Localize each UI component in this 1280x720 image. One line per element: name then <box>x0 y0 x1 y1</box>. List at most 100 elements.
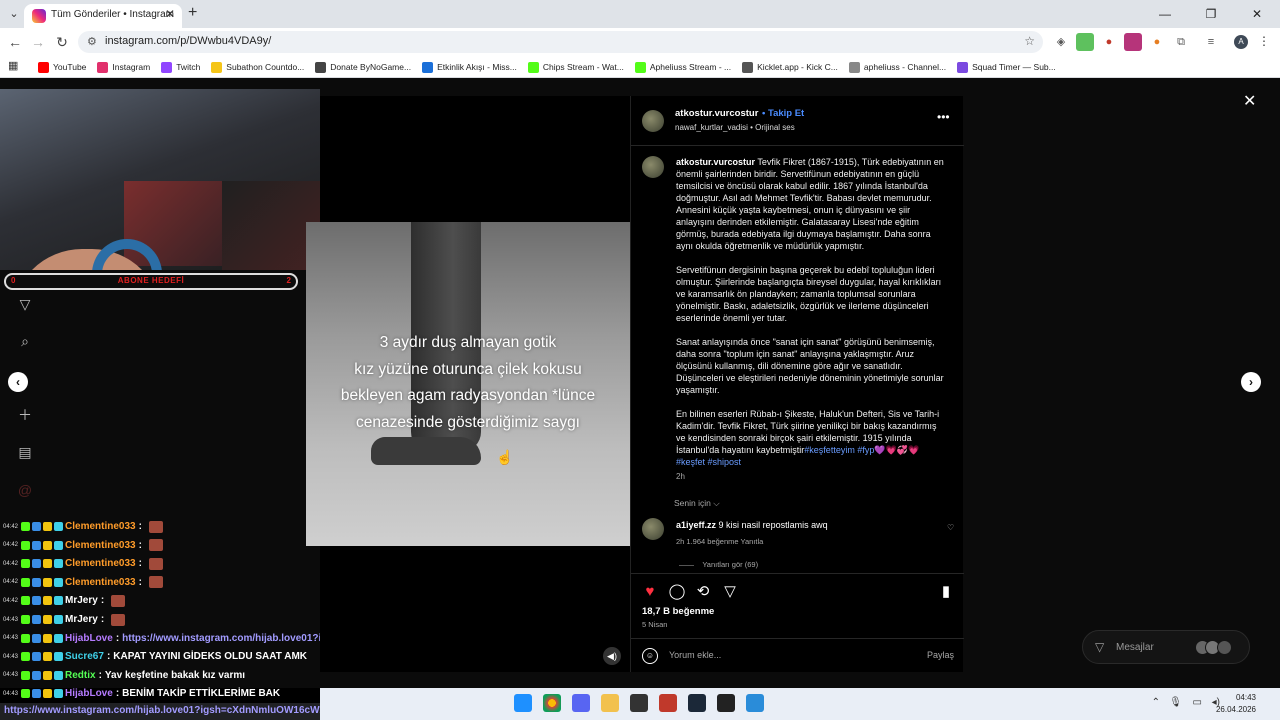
epic-games-icon[interactable] <box>717 694 735 712</box>
comment-input[interactable]: Yorum ekle... <box>669 650 721 660</box>
search-icon[interactable]: ⌕ <box>16 332 34 350</box>
follow-button[interactable]: • Takip Et <box>762 108 804 119</box>
chat-username[interactable]: Clementine033 <box>65 540 136 551</box>
for-you-dropdown[interactable]: Senin için ⌵ <box>674 498 720 509</box>
commenter-avatar[interactable] <box>642 518 664 540</box>
insights-icon[interactable]: ▤ <box>16 443 34 461</box>
close-icon[interactable]: ✕ <box>1243 91 1256 111</box>
bookmark-item[interactable]: Subathon Countdo... <box>211 61 304 73</box>
bookmark-item[interactable]: YouTube <box>38 61 86 73</box>
reel-video[interactable]: 3 aydır duş almayan gotik kız yüzüne otu… <box>306 222 630 546</box>
threads-icon[interactable]: @ <box>16 481 34 499</box>
minimize-button[interactable]: — <box>1142 0 1188 28</box>
restore-button[interactable]: ❐ <box>1188 0 1234 28</box>
explore-icon[interactable]: ▽ <box>16 295 34 313</box>
caption-username[interactable]: atkostur.vurcostur <box>676 157 755 167</box>
tab-search-icon[interactable]: ⌄ <box>4 4 24 24</box>
author-username[interactable]: atkostur.vurcostur <box>675 108 758 119</box>
browser-menu-icon[interactable]: ⋮ <box>1258 34 1270 48</box>
messages-button[interactable]: ▽ Mesajlar <box>1082 630 1250 664</box>
chat-username[interactable]: HijabLove <box>65 688 113 699</box>
chat-username[interactable]: Redtix <box>65 670 96 681</box>
bookmark-item[interactable]: Kicklet.app - Kick C... <box>742 61 838 73</box>
chat-username[interactable]: Clementine033 <box>65 558 136 569</box>
browser-tab[interactable]: Tüm Gönderiler • Instagram ✕ <box>24 4 182 28</box>
mute-icon[interactable]: ◀) <box>603 647 621 665</box>
chat-timestamp: 04:43 <box>3 690 19 697</box>
comment-like-icon[interactable]: ♡ <box>947 523 954 532</box>
clock-date[interactable]: 26.04.2026 <box>1216 705 1256 714</box>
extensions-puzzle-icon[interactable]: ⧉ <box>1172 33 1190 51</box>
caption-hashtags-2[interactable]: #keşfet #shipost <box>676 457 741 467</box>
bookmark-item[interactable]: Chips Stream - Wat... <box>527 61 624 73</box>
microphone-icon[interactable]: 🎙 <box>1169 697 1182 708</box>
discord-icon[interactable] <box>572 694 590 712</box>
profile-avatar[interactable]: A <box>1234 35 1248 49</box>
extension-green-icon[interactable] <box>1076 33 1094 51</box>
follow-label[interactable]: Takip Et <box>768 108 804 119</box>
new-tab-button[interactable]: + <box>188 4 197 22</box>
post-comment-button[interactable]: Paylaş <box>927 650 954 660</box>
author-avatar[interactable] <box>642 110 664 132</box>
bookmark-item[interactable]: Instagram <box>97 61 150 73</box>
previous-post-chevron-icon[interactable]: ‹ <box>8 372 28 392</box>
next-post-chevron-icon[interactable]: › <box>1241 372 1261 392</box>
bookmark-star-icon[interactable]: ☆ <box>1024 34 1035 48</box>
emoji-icon[interactable]: ☺ <box>642 648 658 664</box>
chat-username[interactable]: Clementine033 <box>65 521 136 532</box>
apps-grid-icon[interactable]: ▦ <box>8 59 18 72</box>
site-info-icon[interactable]: ⚙ <box>87 35 97 48</box>
reel-video-panel[interactable]: 3 aydır duş almayan gotik kız yüzüne otu… <box>306 96 630 672</box>
caption-hashtags[interactable]: #keşfetteyim #fyp💜💗💞💗 <box>804 445 919 455</box>
netflix-icon[interactable] <box>659 694 677 712</box>
back-arrow-icon[interactable]: ← <box>6 33 24 51</box>
bookmark-favicon-icon <box>634 61 646 73</box>
repost-icon[interactable]: ⟲ <box>694 583 712 601</box>
create-icon[interactable]: ＋ <box>16 406 34 424</box>
share-icon[interactable]: ▽ <box>721 583 739 601</box>
bookmark-item[interactable]: Donate ByNoGame... <box>315 61 411 73</box>
bookmark-item[interactable]: Etkinlik Akışı - Miss... <box>422 61 517 73</box>
tab-close-icon[interactable]: ✕ <box>165 7 175 21</box>
save-bookmark-icon[interactable]: ▮ <box>937 583 955 601</box>
chat-username[interactable]: MrJery <box>65 595 98 606</box>
chrome-icon[interactable] <box>543 694 561 712</box>
clock-time[interactable]: 04:43 <box>1236 693 1256 702</box>
chat-username[interactable]: MrJery <box>65 614 98 625</box>
chat-username[interactable]: HijabLove <box>65 633 113 644</box>
chat-username[interactable]: Clementine033 <box>65 577 136 588</box>
view-replies-label[interactable]: Yanıtları gör (69) <box>702 560 758 569</box>
bookmark-item[interactable]: Apheliuss Stream - ... <box>634 61 731 73</box>
caption-avatar[interactable] <box>642 156 664 178</box>
extension-shield-icon[interactable]: ◈ <box>1052 33 1070 51</box>
bookmark-item[interactable]: apheliuss - Channel... <box>848 61 946 73</box>
reload-icon[interactable]: ↻ <box>53 33 71 51</box>
reading-list-icon[interactable]: ≡ <box>1202 33 1220 51</box>
network-icon[interactable]: ▭ <box>1193 697 1202 708</box>
url-text[interactable]: instagram.com/p/DWwbu4VDA9y/ <box>105 35 271 47</box>
comment-meta[interactable]: 2h 1.964 beğenme Yanıtla <box>676 537 763 546</box>
tray-chevron-icon[interactable]: ⌃ <box>1152 697 1160 708</box>
file-explorer-icon[interactable] <box>601 694 619 712</box>
extension-pink-icon[interactable] <box>1124 33 1142 51</box>
extension-red-icon[interactable]: ● <box>1100 33 1118 51</box>
view-replies[interactable]: —— Yanıtları gör (69) <box>679 560 758 569</box>
forward-arrow-icon[interactable]: → <box>29 33 47 51</box>
comment-icon[interactable]: ◯ <box>668 583 686 601</box>
more-options-icon[interactable]: ••• <box>937 110 950 124</box>
steam-icon[interactable] <box>688 694 706 712</box>
audio-label[interactable]: nawaf_kurtlar_vadisi • Orijinal ses <box>675 123 795 132</box>
bookmark-item[interactable]: Twitch <box>161 61 200 73</box>
like-heart-icon[interactable]: ♥ <box>641 583 659 601</box>
omnibox[interactable]: ⚙ instagram.com/p/DWwbu4VDA9y/ ☆ <box>78 31 1043 53</box>
close-window-button[interactable]: ✕ <box>1234 0 1280 28</box>
obs-icon[interactable] <box>630 694 648 712</box>
start-windows-icon[interactable] <box>514 694 532 712</box>
app-icon[interactable] <box>746 694 764 712</box>
chat-link[interactable]: https://www.instagram.com/hijab.love01?i… <box>4 705 331 716</box>
comment-username[interactable]: a1iyeff.zz <box>676 520 716 530</box>
chat-username[interactable]: Sucre67 <box>65 651 104 662</box>
extension-orange-icon[interactable]: ● <box>1148 33 1166 51</box>
like-count[interactable]: 18,7 B beğenme <box>642 606 714 617</box>
bookmark-item[interactable]: Squad Timer — Sub... <box>957 61 1056 73</box>
